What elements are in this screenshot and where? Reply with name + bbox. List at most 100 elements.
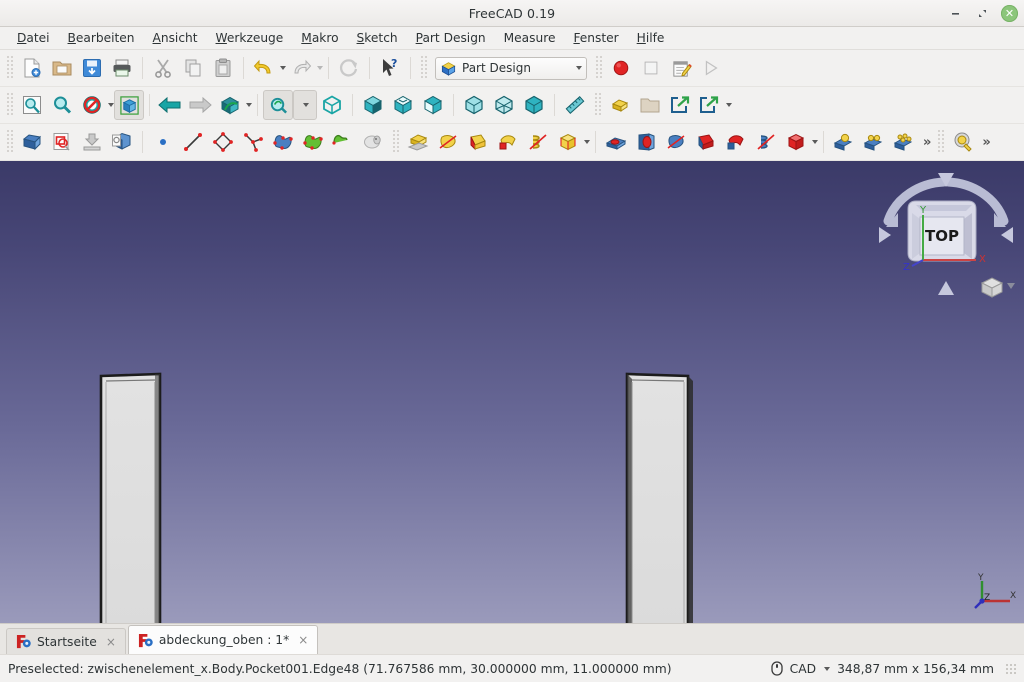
toolbar-grip[interactable] [419, 56, 428, 80]
macro-record-icon[interactable] [606, 53, 636, 83]
workbench-dropdown-caret[interactable] [576, 66, 582, 70]
new-document-icon[interactable] [17, 53, 47, 83]
clone-sheep-icon[interactable] [358, 127, 388, 157]
toolbar-grip[interactable] [594, 56, 603, 80]
link-make-icon[interactable] [665, 90, 695, 120]
nav-cube-menu[interactable] [980, 277, 1004, 298]
bspline-green-icon[interactable] [298, 127, 328, 157]
toolbar-grip[interactable] [5, 56, 14, 80]
create-group-icon[interactable] [605, 90, 635, 120]
menu-fenster[interactable]: Fenster [564, 29, 627, 47]
menu-makro[interactable]: Makro [292, 29, 347, 47]
additive-primitive-icon[interactable] [553, 127, 583, 157]
tab-abdeckung-oben[interactable]: abdeckung_oben : 1* × [127, 625, 319, 654]
part-design-body-icon[interactable] [17, 127, 47, 157]
zoom-box-icon[interactable] [263, 90, 293, 120]
link-dropdown-caret[interactable] [726, 103, 732, 107]
refresh-icon[interactable] [334, 53, 364, 83]
std-views-dropdown-caret[interactable] [246, 103, 252, 107]
navigation-cube[interactable]: TOP X Y Z [876, 169, 1016, 299]
toolbar-grip[interactable] [391, 130, 400, 154]
nav-cube-bevel-right[interactable] [964, 213, 972, 259]
toolbar-grip[interactable] [936, 130, 946, 154]
toolbar-grip[interactable] [593, 93, 602, 117]
subtractive-helix-icon[interactable] [751, 127, 781, 157]
whats-this-cursor-icon[interactable]: ? [375, 53, 405, 83]
macro-edit-icon[interactable] [666, 53, 696, 83]
std-views-icon[interactable] [215, 90, 245, 120]
boolean-icon[interactable] [829, 127, 859, 157]
nav-cube-menu-caret[interactable] [1007, 283, 1015, 289]
menu-sketch[interactable]: Sketch [348, 29, 407, 47]
top-view-icon[interactable] [388, 90, 418, 120]
menu-werkzeuge[interactable]: Werkzeuge [207, 29, 293, 47]
menu-measure[interactable]: Measure [495, 29, 565, 47]
navigation-style-caret[interactable] [824, 666, 831, 671]
view-forward-arrow-icon[interactable] [185, 90, 215, 120]
bspline-blue-icon[interactable] [268, 127, 298, 157]
cut-scissors-icon[interactable] [148, 53, 178, 83]
line-icon[interactable] [178, 127, 208, 157]
axonometric-icon[interactable] [317, 90, 347, 120]
measure-ruler-icon[interactable] [560, 90, 590, 120]
bottom-view-icon[interactable] [489, 90, 519, 120]
additive-pipe-icon[interactable] [493, 127, 523, 157]
nav-arrow-down[interactable] [938, 281, 954, 295]
subtractive-loft-icon[interactable] [691, 127, 721, 157]
tab-abdeckung-oben-close-icon[interactable]: × [298, 633, 308, 647]
redo-arrow-icon[interactable] [286, 53, 316, 83]
cad-model[interactable] [0, 161, 1024, 623]
draw-style-no-icon[interactable] [77, 90, 107, 120]
copy-icon[interactable] [178, 53, 208, 83]
right-view-icon[interactable] [418, 90, 448, 120]
additive-loft-icon[interactable] [463, 127, 493, 157]
link-actions-icon[interactable] [695, 90, 725, 120]
undo-arrow-icon[interactable] [249, 53, 279, 83]
subtractive-pipe-icon[interactable] [721, 127, 751, 157]
additive-dropdown-caret[interactable] [584, 140, 590, 144]
view-back-arrow-icon[interactable] [155, 90, 185, 120]
restore-button[interactable] [974, 5, 991, 22]
fit-selection-icon[interactable] [47, 90, 77, 120]
measure-tape-icon[interactable] [948, 127, 978, 157]
shape-binder-icon[interactable] [328, 127, 358, 157]
revolution-icon[interactable] [433, 127, 463, 157]
attach-sketch-icon[interactable] [77, 127, 107, 157]
map-sketch-icon[interactable] [107, 127, 137, 157]
mirrored-icon[interactable] [859, 127, 889, 157]
hole-icon[interactable] [631, 127, 661, 157]
subtractive-dropdown-caret[interactable] [812, 140, 818, 144]
arc-slot-icon[interactable] [238, 127, 268, 157]
close-button[interactable]: ✕ [1001, 4, 1018, 22]
menu-ansicht[interactable]: Ansicht [144, 29, 207, 47]
3d-viewport[interactable]: TOP X Y Z X Y Z [0, 161, 1024, 623]
menu-bearbeiten[interactable]: Bearbeiten [59, 29, 144, 47]
folder-icon[interactable] [635, 90, 665, 120]
nav-arrow-left[interactable] [879, 227, 891, 243]
navigation-style-label[interactable]: CAD [790, 662, 816, 676]
polyline-icon[interactable] [208, 127, 238, 157]
additive-helix-icon[interactable] [523, 127, 553, 157]
pad-icon[interactable] [403, 127, 433, 157]
save-icon[interactable] [77, 53, 107, 83]
minimize-button[interactable] [947, 5, 964, 22]
left-view-icon[interactable] [519, 90, 549, 120]
groove-icon[interactable] [661, 127, 691, 157]
menu-datei[interactable]: Datei [8, 29, 59, 47]
front-view-icon[interactable] [358, 90, 388, 120]
toolbar-grip[interactable] [5, 93, 14, 117]
workbench-selector[interactable]: Part Design [435, 56, 587, 80]
bounding-box-icon[interactable] [114, 90, 144, 120]
rear-view-icon[interactable] [459, 90, 489, 120]
toolbar-overflow-button-2[interactable]: » [978, 135, 992, 150]
pocket-icon[interactable] [601, 127, 631, 157]
resize-grip[interactable] [1005, 663, 1016, 674]
menu-hilfe[interactable]: Hilfe [628, 29, 674, 47]
open-folder-icon[interactable] [47, 53, 77, 83]
nav-cube-bevel-left[interactable] [912, 213, 920, 259]
toolbar-grip[interactable] [5, 130, 14, 154]
tab-startseite[interactable]: Startseite × [6, 628, 126, 654]
print-icon[interactable] [107, 53, 137, 83]
nav-arrow-right[interactable] [1001, 227, 1013, 243]
tab-startseite-close-icon[interactable]: × [106, 635, 116, 649]
